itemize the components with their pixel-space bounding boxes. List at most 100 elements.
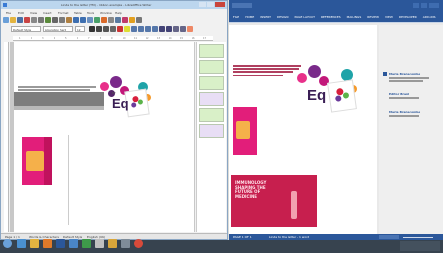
right-minimize-button[interactable] (413, 3, 419, 8)
font-select[interactable]: Liberation Serif (43, 26, 73, 32)
word-icon[interactable] (56, 239, 65, 248)
strike-icon[interactable] (110, 26, 116, 32)
numbering-icon[interactable] (166, 26, 172, 32)
menu-help[interactable]: Help (115, 11, 122, 15)
chrome-icon[interactable] (134, 239, 143, 248)
comment-note[interactable] (199, 60, 224, 74)
tab-design[interactable]: DESIGN (277, 15, 289, 19)
quick-access-icons[interactable] (232, 3, 252, 8)
indent-icon[interactable] (173, 26, 179, 32)
minimize-button[interactable] (199, 2, 206, 7)
folder-icon[interactable] (108, 239, 117, 248)
start-icon[interactable] (3, 239, 12, 248)
image-icon[interactable] (94, 17, 100, 23)
preview-icon[interactable] (38, 17, 44, 23)
spellcheck-icon[interactable] (45, 17, 51, 23)
chart-icon[interactable] (101, 17, 107, 23)
ruler-tick-label: 2 (30, 37, 33, 40)
comment-card[interactable]: Maria Branscombe (383, 71, 441, 89)
export-icon[interactable] (24, 17, 30, 23)
undo-icon[interactable] (73, 17, 79, 23)
vertical-ruler (4, 42, 9, 232)
brochure-inner (236, 121, 250, 139)
align-center-icon[interactable] (138, 26, 144, 32)
copy-icon[interactable] (59, 17, 65, 23)
comment-note[interactable] (199, 92, 224, 106)
calc-icon[interactable] (82, 239, 91, 248)
media-icon[interactable] (43, 239, 52, 248)
style-select[interactable]: Default Style (11, 26, 41, 32)
tab-file[interactable]: FILE (233, 15, 239, 19)
ie-icon[interactable] (17, 239, 26, 248)
redo-icon[interactable] (80, 17, 86, 23)
zoom-slider[interactable] (403, 236, 433, 238)
menu-window[interactable]: Window (100, 11, 112, 15)
navigator-icon[interactable] (122, 17, 128, 23)
app-icon (3, 3, 7, 7)
underline-icon[interactable] (103, 26, 109, 32)
table-icon[interactable] (87, 17, 93, 23)
menu-table[interactable]: Table (74, 11, 82, 15)
bold-icon[interactable] (89, 26, 95, 32)
comment-text (389, 97, 419, 99)
save-icon[interactable] (17, 17, 23, 23)
close-button[interactable] (215, 2, 225, 7)
paste-icon[interactable] (66, 17, 72, 23)
menu-tools[interactable]: Tools (87, 11, 94, 15)
open-icon[interactable] (10, 17, 16, 23)
comment-note[interactable] (199, 124, 224, 138)
new-icon[interactable] (3, 17, 9, 23)
ruler-tick-label: 17 (203, 37, 207, 40)
tab-home[interactable]: HOME (245, 15, 254, 19)
system-tray[interactable] (400, 241, 440, 251)
right-close-button[interactable] (429, 3, 439, 8)
font-color-icon[interactable] (117, 26, 123, 32)
bullets-icon[interactable] (159, 26, 165, 32)
align-left-icon[interactable] (131, 26, 137, 32)
comment-card[interactable]: Editor Branl (389, 91, 441, 107)
tab-add-ins[interactable]: ADD-INS (423, 15, 436, 19)
tab-mailings[interactable]: MAILINGS (347, 15, 362, 19)
paint-icon[interactable] (95, 239, 104, 248)
comment-card[interactable]: Maria Branscombe (389, 109, 441, 125)
writer-icon[interactable] (69, 239, 78, 248)
settings-icon[interactable] (121, 239, 130, 248)
textbox-icon[interactable] (108, 17, 114, 23)
menu-view[interactable]: View (30, 11, 37, 15)
word-page[interactable]: Eq IMMUNOLOGY SHAPING THE FUTURE OF MEDI… (229, 25, 377, 234)
tab-page-layout[interactable]: PAGE LAYOUT (295, 15, 315, 19)
italic-icon[interactable] (96, 26, 102, 32)
tab-developer[interactable]: DEVELOPER (399, 15, 417, 19)
word-canvas[interactable]: Eq IMMUNOLOGY SHAPING THE FUTURE OF MEDI… (229, 23, 443, 234)
align-right-icon[interactable] (145, 26, 151, 32)
menu-edit[interactable]: Edit (18, 11, 24, 15)
document-canvas[interactable]: Eq BT (10, 42, 195, 232)
comment-note[interactable] (199, 76, 224, 90)
menu-file[interactable]: File (6, 11, 11, 15)
print-icon[interactable] (31, 17, 37, 23)
menu-format[interactable]: Format (58, 11, 69, 15)
zoom-icon[interactable] (136, 17, 142, 23)
cut-icon[interactable] (52, 17, 58, 23)
tab-references[interactable]: REFERENCES (321, 15, 341, 19)
comment-note[interactable] (199, 44, 224, 58)
logo-circle-pink (100, 82, 109, 91)
gallery-icon[interactable] (129, 17, 135, 23)
view-buttons[interactable] (379, 235, 399, 239)
highlight-icon[interactable] (124, 26, 130, 32)
comments-pane (196, 42, 226, 232)
right-maximize-button[interactable] (421, 3, 427, 8)
maximize-button[interactable] (207, 2, 214, 7)
document-page[interactable]: Eq BT (14, 42, 194, 232)
justify-icon[interactable] (152, 26, 158, 32)
find-icon[interactable] (115, 17, 121, 23)
menu-insert[interactable]: Insert (43, 11, 52, 15)
size-select[interactable]: 12 (75, 26, 85, 32)
explorer-icon[interactable] (30, 239, 39, 248)
comment-note[interactable] (199, 108, 224, 122)
outdent-icon[interactable] (180, 26, 186, 32)
tab-insert[interactable]: INSERT (260, 15, 271, 19)
tab-view[interactable]: VIEW (385, 15, 393, 19)
tab-review[interactable]: REVIEW (367, 15, 379, 19)
bg-color-icon[interactable] (187, 26, 193, 32)
